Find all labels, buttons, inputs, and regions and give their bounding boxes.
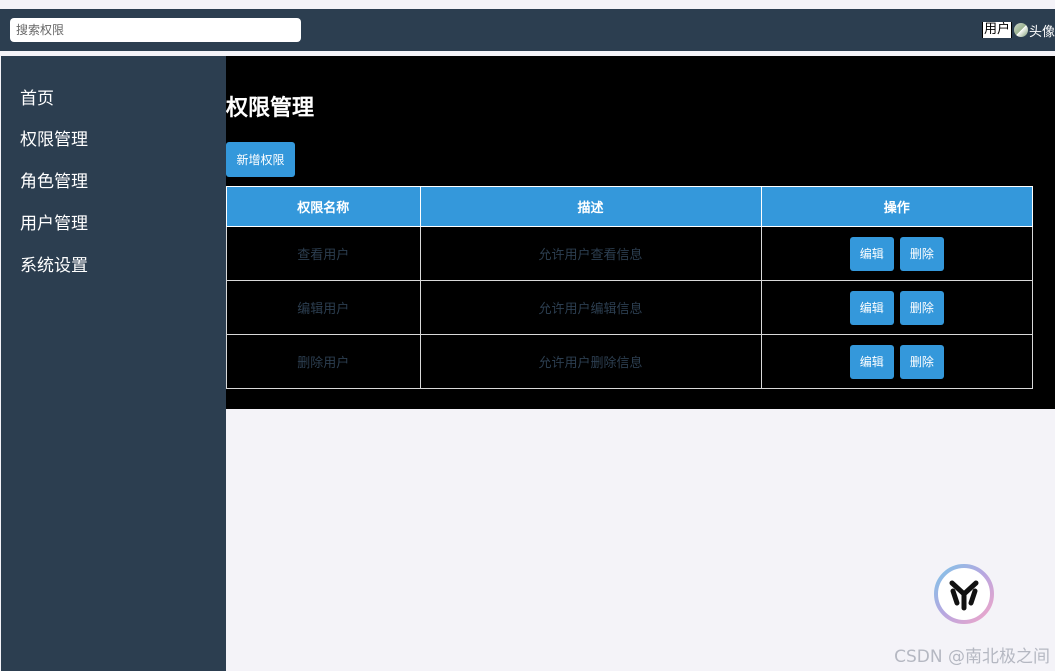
row-actions: 编辑 删除 <box>760 280 1034 335</box>
sidebar-item-users[interactable]: 用户管理 <box>20 214 226 234</box>
permissions-table: 权限名称 描述 操作 查看用户 允许用户查看信息 编辑 删除 编辑用户 允许用户… <box>226 186 1034 389</box>
avatar-alt-text: 头像 <box>1028 24 1055 39</box>
permission-name: 删除用户 <box>226 334 421 389</box>
permission-name: 编辑用户 <box>226 280 421 335</box>
permission-description: 允许用户查看信息 <box>419 226 762 281</box>
csdn-logo-icon <box>934 564 994 624</box>
permission-description: 允许用户删除信息 <box>419 334 762 389</box>
column-header-description: 描述 <box>419 186 762 227</box>
page-title: 权限管理 <box>226 96 315 121</box>
delete-button[interactable]: 删除 <box>899 344 944 379</box>
table-row: 删除用户 允许用户删除信息 编辑 删除 <box>226 334 1034 389</box>
sidebar-item-home[interactable]: 首页 <box>20 89 226 109</box>
delete-button[interactable]: 删除 <box>899 290 944 325</box>
table-header-row: 权限名称 描述 操作 <box>226 186 1034 227</box>
delete-button[interactable]: 删除 <box>899 236 944 271</box>
column-header-name: 权限名称 <box>226 186 421 227</box>
watermark-text: CSDN @南北极之间 <box>894 647 1050 667</box>
search-input[interactable] <box>10 18 301 42</box>
user-name[interactable]: 用户 <box>981 22 1012 38</box>
top-bar: 用户 头像 <box>0 9 1055 51</box>
broken-image-icon <box>1013 23 1028 37</box>
permission-name: 查看用户 <box>226 226 421 281</box>
permission-description: 允许用户编辑信息 <box>419 280 762 335</box>
row-actions: 编辑 删除 <box>760 226 1034 281</box>
sidebar-item-permissions[interactable]: 权限管理 <box>20 130 226 150</box>
sidebar: 首页 权限管理 角色管理 用户管理 系统设置 <box>1 56 226 671</box>
edit-button[interactable]: 编辑 <box>849 236 894 271</box>
table-row: 查看用户 允许用户查看信息 编辑 删除 <box>226 226 1034 281</box>
row-actions: 编辑 删除 <box>760 334 1034 389</box>
sidebar-item-settings[interactable]: 系统设置 <box>20 256 226 276</box>
avatar[interactable]: 头像 <box>1013 22 1055 39</box>
edit-button[interactable]: 编辑 <box>849 344 894 379</box>
user-area: 用户 头像 <box>981 22 1055 39</box>
sidebar-item-roles[interactable]: 角色管理 <box>20 172 226 192</box>
sidebar-menu: 首页 权限管理 角色管理 用户管理 系统设置 <box>1 56 226 276</box>
edit-button[interactable]: 编辑 <box>849 290 894 325</box>
add-permission-button[interactable]: 新增权限 <box>226 142 295 177</box>
table-row: 编辑用户 允许用户编辑信息 编辑 删除 <box>226 280 1034 335</box>
main-panel: 权限管理 新增权限 权限名称 描述 操作 查看用户 允许用户查看信息 编辑 删除… <box>226 56 1055 409</box>
column-header-actions: 操作 <box>760 186 1034 227</box>
